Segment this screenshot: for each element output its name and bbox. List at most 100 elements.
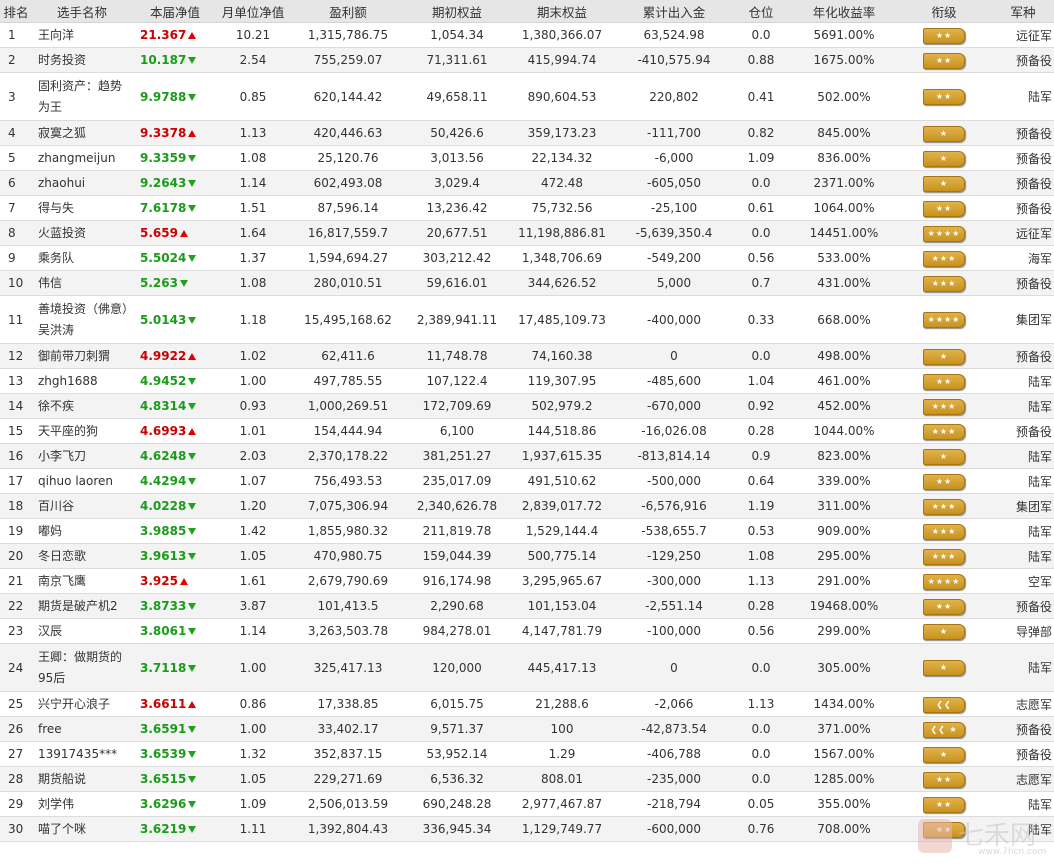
cash-flow-cell: 220,802 — [618, 72, 730, 121]
player-name-link[interactable]: 百川谷 — [32, 493, 132, 519]
column-header[interactable]: 排名 — [0, 0, 32, 23]
arrow-up-icon — [188, 428, 197, 435]
table-body: 1 王向洋 21.367 10.21 1,315,786.75 1,054.34 1,380… — [0, 22, 1054, 842]
arrow-down-icon — [188, 776, 197, 783]
two-star-badge-icon: ★★ — [923, 52, 965, 69]
monthly-nav-cell: 1.07 — [218, 468, 288, 494]
player-name-link[interactable]: 寂寞之狐 — [32, 120, 132, 146]
cash-flow-cell: -235,000 — [618, 766, 730, 792]
rank-cell: 9 — [0, 245, 32, 271]
monthly-nav-cell: 1.64 — [218, 220, 288, 246]
annual-return-cell: 14451.00% — [792, 220, 896, 246]
position-cell: 0.76 — [730, 816, 792, 842]
start-equity-cell: 71,311.61 — [408, 47, 506, 73]
army-branch-cell: 陆军 — [992, 368, 1054, 394]
annual-return-cell: 452.00% — [792, 393, 896, 419]
player-name-link[interactable]: 伟信 — [32, 270, 132, 296]
player-name-link[interactable]: 13917435*** — [32, 741, 132, 767]
profit-cell: 2,506,013.59 — [288, 791, 408, 817]
column-header[interactable]: 月单位净值 — [218, 0, 288, 23]
arrow-down-icon — [188, 801, 197, 808]
annual-return-cell: 291.00% — [792, 568, 896, 594]
start-equity-cell: 9,571.37 — [408, 716, 506, 742]
three-star-badge-icon: ★★★ — [923, 523, 965, 540]
rank-cell: 27 — [0, 741, 32, 767]
table-row: 17 qihuo laoren 4.4294 1.07 756,493.53 235,01… — [0, 468, 1054, 494]
table-row: 16 小李飞刀 4.6248 2.03 2,370,178.22 381,251.27 1,… — [0, 443, 1054, 469]
player-name-link[interactable]: 兴宁开心浪子 — [32, 691, 132, 717]
player-name-link[interactable]: 喵了个咪 — [32, 816, 132, 842]
column-header[interactable]: 期末权益 — [506, 0, 618, 23]
player-name-link[interactable]: 期货是破产机2 — [32, 593, 132, 619]
column-header[interactable]: 军种 — [992, 0, 1054, 23]
end-equity-cell: 1,529,144.4 — [506, 518, 618, 544]
column-header[interactable]: 本届净值 — [132, 0, 218, 23]
end-equity-cell: 22,134.32 — [506, 145, 618, 171]
start-equity-cell: 120,000 — [408, 643, 506, 692]
three-star-badge-icon: ★★★ — [923, 398, 965, 415]
player-name-link[interactable]: free — [32, 716, 132, 742]
player-name-link[interactable]: qihuo laoren — [32, 468, 132, 494]
player-name-link[interactable]: 王卿：做期货的95后 — [32, 643, 132, 692]
player-name-link[interactable]: 乘务队 — [32, 245, 132, 271]
player-name-link[interactable]: 南京飞鹰 — [32, 568, 132, 594]
arrow-up-icon — [188, 353, 197, 360]
army-branch-cell: 陆军 — [992, 518, 1054, 544]
profit-cell: 280,010.51 — [288, 270, 408, 296]
nav-value: 3.925 — [140, 574, 178, 588]
annual-return-cell: 1044.00% — [792, 418, 896, 444]
player-name-link[interactable]: 徐不疾 — [32, 393, 132, 419]
player-name-link[interactable]: 火蓝投资 — [32, 220, 132, 246]
column-header[interactable]: 年化收益率 — [792, 0, 896, 23]
profit-cell: 756,493.53 — [288, 468, 408, 494]
player-name-link[interactable]: zhaohui — [32, 170, 132, 196]
nav-cell: 4.4294 — [132, 468, 218, 494]
nav-value: 4.6993 — [140, 424, 187, 438]
player-name-link[interactable]: 刘学伟 — [32, 791, 132, 817]
one-star-badge-icon: ★ — [923, 623, 965, 640]
column-header[interactable]: 盈利额 — [288, 0, 408, 23]
cash-flow-cell: -6,000 — [618, 145, 730, 171]
end-equity-cell: 74,160.38 — [506, 343, 618, 369]
player-name-link[interactable]: 汉辰 — [32, 618, 132, 644]
start-equity-cell: 53,952.14 — [408, 741, 506, 767]
position-cell: 0.0 — [730, 741, 792, 767]
three-star-badge-icon: ★★★ — [923, 275, 965, 292]
military-rank-cell: ★★★ — [896, 418, 992, 444]
player-name-link[interactable]: 固利资产：趋势为王 — [32, 72, 132, 121]
annual-return-cell: 533.00% — [792, 245, 896, 271]
column-header[interactable]: 期初权益 — [408, 0, 506, 23]
column-header[interactable]: 选手名称 — [32, 0, 132, 23]
player-name-link[interactable]: 嘟妈 — [32, 518, 132, 544]
column-header[interactable]: 仓位 — [730, 0, 792, 23]
cash-flow-cell: -218,794 — [618, 791, 730, 817]
player-name-link[interactable]: 小李飞刀 — [32, 443, 132, 469]
military-rank-cell: ★★★ — [896, 493, 992, 519]
military-rank-cell: ★★★★ — [896, 220, 992, 246]
army-branch-cell: 预备役 — [992, 593, 1054, 619]
arrow-up-icon — [188, 701, 197, 708]
start-equity-cell: 2,290.68 — [408, 593, 506, 619]
player-name-link[interactable]: zhgh1688 — [32, 368, 132, 394]
player-name-link[interactable]: 期货船说 — [32, 766, 132, 792]
player-name-link[interactable]: 时务投资 — [32, 47, 132, 73]
profit-cell: 620,144.42 — [288, 72, 408, 121]
table-row: 22 期货是破产机2 3.8733 3.87 101,413.5 2,290.68 101,… — [0, 593, 1054, 619]
player-name-link[interactable]: 王向洋 — [32, 22, 132, 48]
column-header[interactable]: 累计出入金 — [618, 0, 730, 23]
annual-return-cell: 1434.00% — [792, 691, 896, 717]
player-name-link[interactable]: zhangmeijun — [32, 145, 132, 171]
player-name-link[interactable]: 得与失 — [32, 195, 132, 221]
player-name-link[interactable]: 冬日恋歌 — [32, 543, 132, 569]
player-name-link[interactable]: 天平座的狗 — [32, 418, 132, 444]
rank-cell: 1 — [0, 22, 32, 48]
player-name-link[interactable]: 善境投资（佛意）吴洪涛 — [32, 295, 132, 344]
monthly-nav-cell: 1.18 — [218, 295, 288, 344]
nav-value: 4.8314 — [140, 399, 187, 413]
nav-value: 3.8733 — [140, 599, 187, 613]
column-header[interactable]: 衔级 — [896, 0, 992, 23]
nav-value: 4.4294 — [140, 474, 187, 488]
monthly-nav-cell: 1.05 — [218, 543, 288, 569]
nav-cell: 5.5024 — [132, 245, 218, 271]
player-name-link[interactable]: 御前带刀刺猬 — [32, 343, 132, 369]
